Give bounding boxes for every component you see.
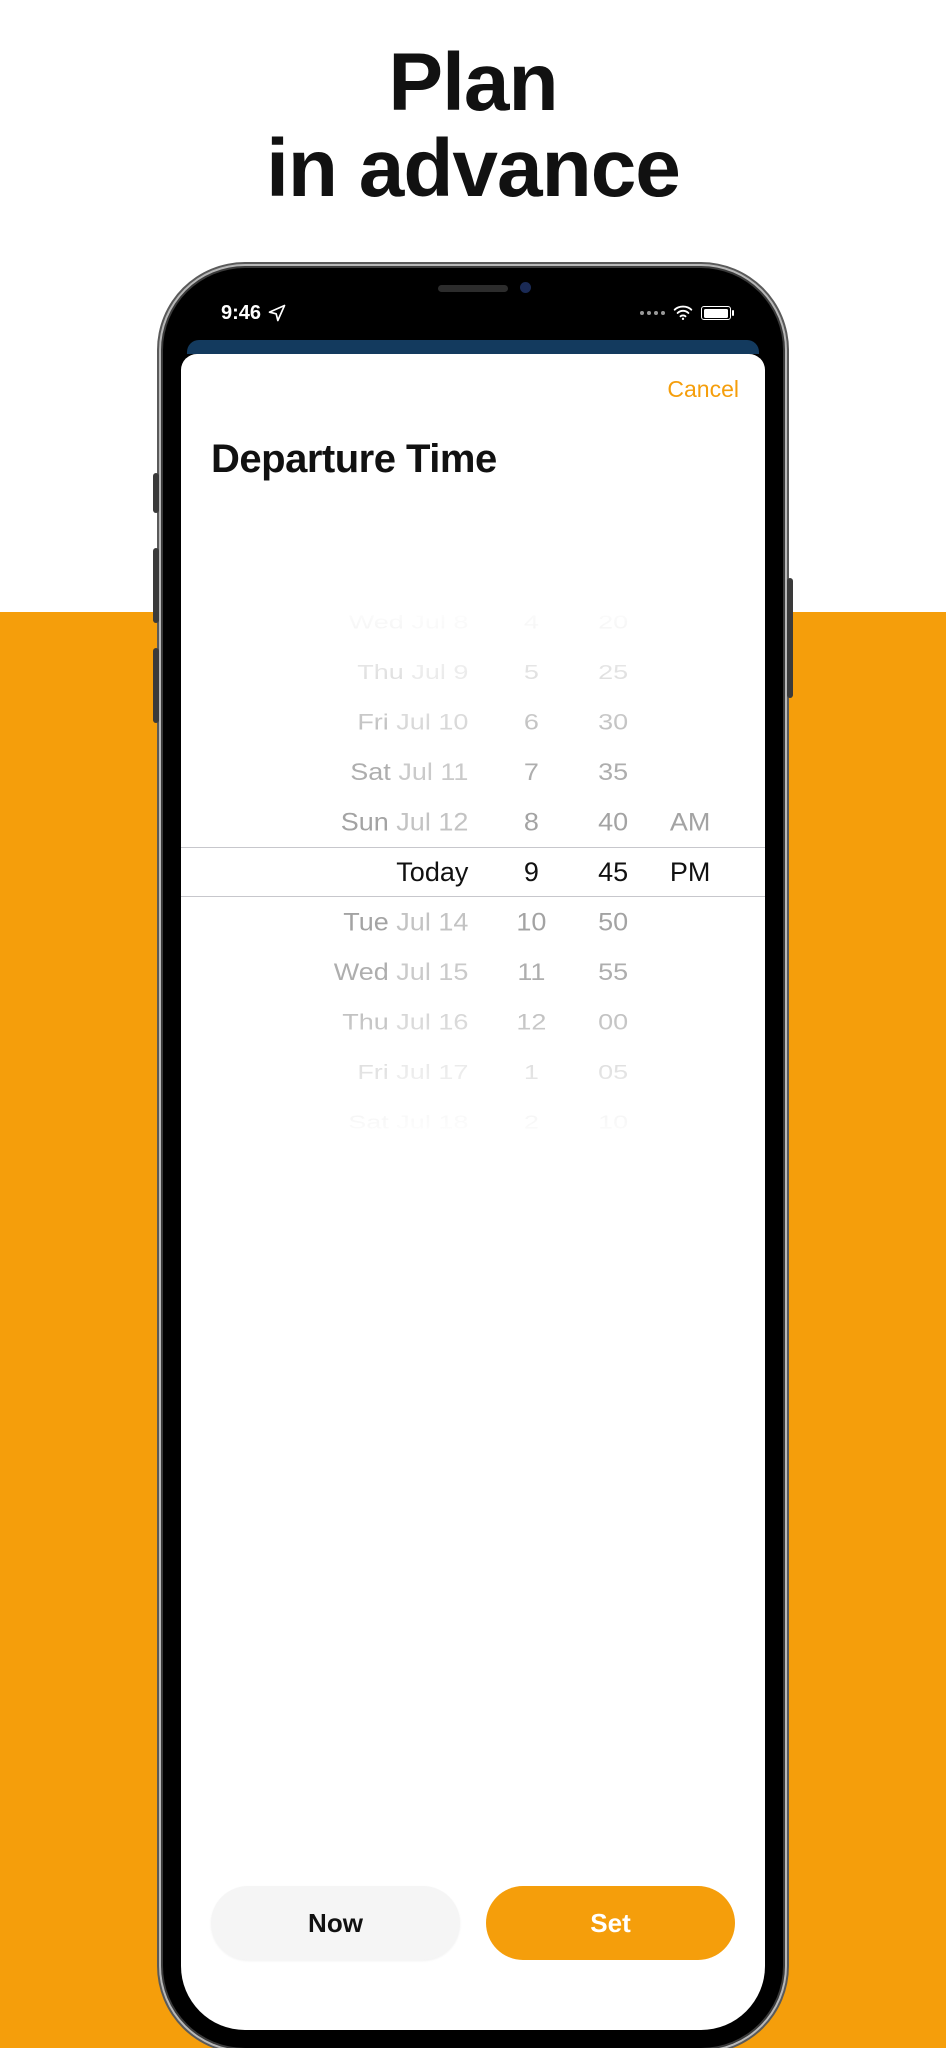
minute-option[interactable]: 25: [566, 653, 659, 691]
hour-option[interactable]: 5: [496, 653, 566, 691]
phone-power-button: [787, 578, 793, 698]
hour-option[interactable]: 2: [496, 1105, 566, 1140]
sheet-title: Departure Time: [181, 403, 765, 482]
promo-headline: Plan in advance: [0, 40, 946, 212]
hour-option[interactable]: 10: [496, 899, 566, 946]
minute-option[interactable]: 35: [566, 750, 659, 794]
phone-mute-switch: [153, 473, 159, 513]
date-option[interactable]: Sat Jul 18: [181, 1105, 496, 1140]
battery-icon: [701, 306, 731, 320]
now-button[interactable]: Now: [211, 1886, 460, 1960]
phone-speaker: [438, 285, 508, 292]
departure-time-sheet: Cancel Departure Time Tue Jul 7Wed Jul 8…: [181, 354, 765, 2030]
date-option[interactable]: Tue Jul 14: [181, 899, 496, 946]
cancel-button[interactable]: Cancel: [667, 376, 739, 403]
minute-option[interactable]: 45: [566, 847, 659, 897]
phone-volume-up: [153, 548, 159, 623]
location-icon: [267, 303, 287, 323]
set-button[interactable]: Set: [486, 1886, 735, 1960]
date-option[interactable]: Sat Jul 11: [181, 750, 496, 794]
minute-option[interactable]: 40: [566, 799, 659, 846]
minute-option[interactable]: 05: [566, 1053, 659, 1091]
status-time: 9:46: [221, 302, 261, 325]
date-option[interactable]: Thu Jul 9: [181, 653, 496, 691]
hour-wheel[interactable]: 3456789101112123: [496, 602, 566, 1142]
hour-option[interactable]: 12: [496, 1002, 566, 1043]
phone-volume-down: [153, 648, 159, 723]
hour-option[interactable]: 6: [496, 702, 566, 743]
minute-option[interactable]: 00: [566, 1002, 659, 1043]
wifi-icon: [673, 303, 693, 323]
minute-option[interactable]: 10: [566, 1105, 659, 1140]
ampm-option[interactable]: AM: [660, 799, 765, 846]
headline-line-2: in advance: [0, 126, 946, 212]
date-option[interactable]: Today: [181, 847, 496, 897]
hour-option[interactable]: 4: [496, 605, 566, 640]
date-option[interactable]: Thu Jul 16: [181, 1002, 496, 1043]
date-option[interactable]: Fri Jul 17: [181, 1053, 496, 1091]
minute-wheel[interactable]: 15202530354045505500051015: [566, 602, 659, 1142]
ampm-wheel[interactable]: AMPM: [660, 602, 765, 1142]
date-wheel[interactable]: Tue Jul 7Wed Jul 8Thu Jul 9Fri Jul 10Sat…: [181, 602, 496, 1142]
date-option[interactable]: Fri Jul 10: [181, 702, 496, 743]
date-option[interactable]: Wed Jul 8: [181, 605, 496, 640]
hour-option[interactable]: 8: [496, 799, 566, 846]
minute-option[interactable]: 50: [566, 899, 659, 946]
underlying-navbar: [187, 340, 759, 354]
datetime-picker[interactable]: Tue Jul 7Wed Jul 8Thu Jul 9Fri Jul 10Sat…: [181, 602, 765, 1142]
hour-option[interactable]: 9: [496, 847, 566, 897]
ampm-option[interactable]: PM: [660, 847, 765, 897]
headline-line-1: Plan: [0, 40, 946, 126]
date-option[interactable]: Sun Jul 12: [181, 799, 496, 846]
phone-notch: [333, 268, 613, 308]
date-option[interactable]: Wed Jul 15: [181, 950, 496, 994]
phone-screen: 9:46 Cancel: [181, 286, 765, 2030]
minute-option[interactable]: 20: [566, 605, 659, 640]
minute-option[interactable]: 55: [566, 950, 659, 994]
action-buttons: Now Set: [211, 1886, 735, 1960]
phone-frame: 9:46 Cancel: [163, 268, 783, 2048]
cellular-dots-icon: [640, 311, 665, 315]
hour-option[interactable]: 11: [496, 950, 566, 994]
hour-option[interactable]: 1: [496, 1053, 566, 1091]
phone-camera: [520, 282, 531, 293]
hour-option[interactable]: 7: [496, 750, 566, 794]
minute-option[interactable]: 30: [566, 702, 659, 743]
